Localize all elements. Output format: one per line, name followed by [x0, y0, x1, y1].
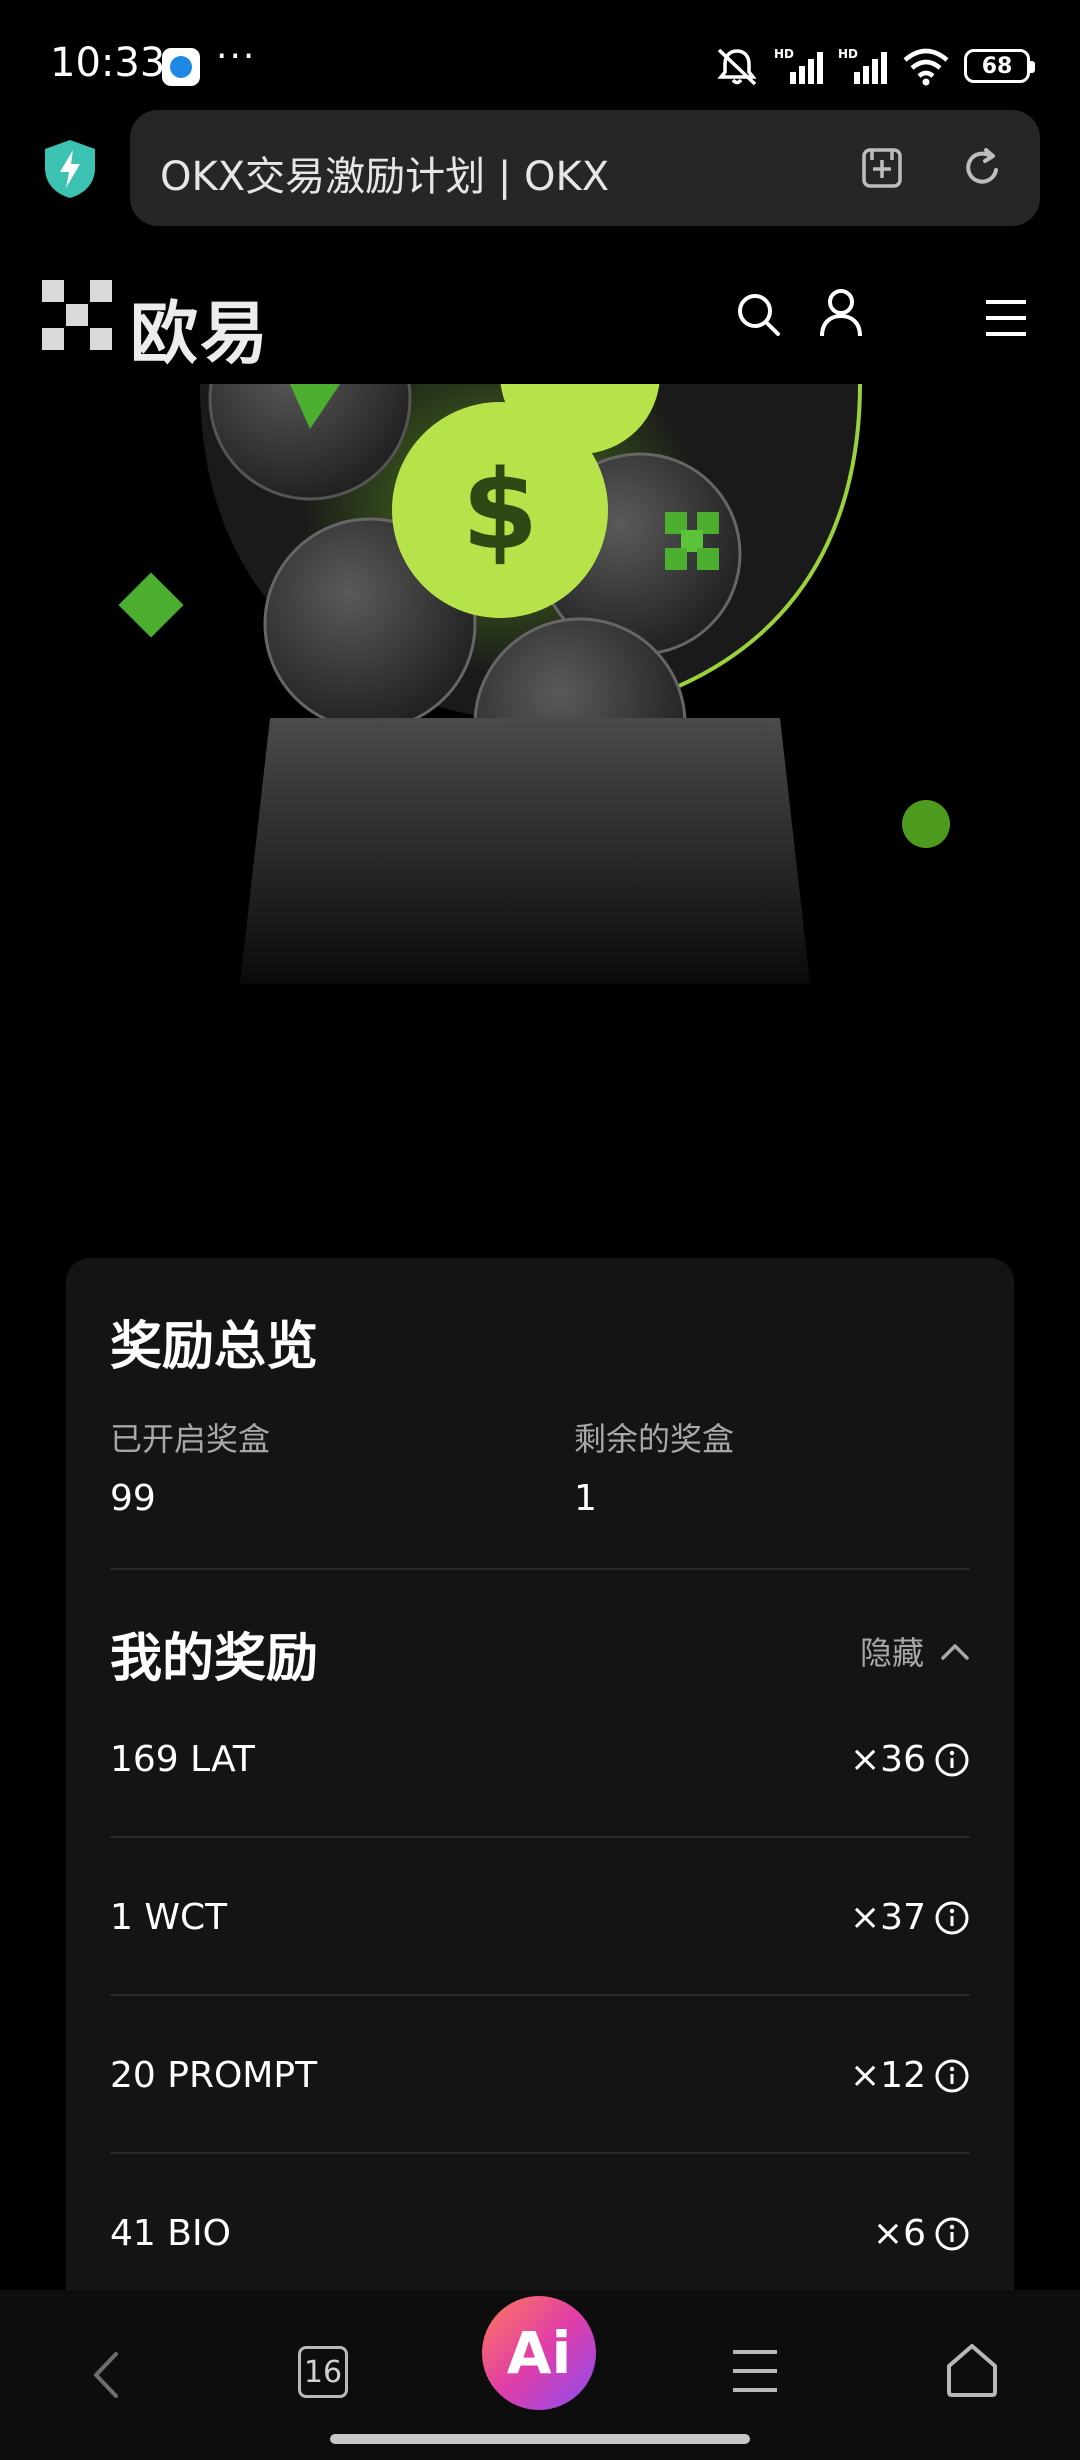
cellular-signal-2-icon: HD — [838, 47, 887, 84]
reward-name: 169 LAT — [110, 1739, 255, 1780]
hero-illustration: $ — [60, 384, 1020, 1004]
divider — [110, 1568, 970, 1570]
opened-boxes-label: 已开启奖盒 — [110, 1420, 271, 1458]
overview-title: 奖励总览 — [110, 1317, 319, 1377]
svg-text:HD: HD — [838, 47, 858, 61]
home-icon[interactable] — [944, 2342, 1000, 2398]
svg-text:HD: HD — [774, 47, 794, 61]
reward-qty: ×37 — [850, 1897, 926, 1938]
shield-bolt-icon[interactable] — [42, 138, 98, 200]
dollar-symbol: $ — [462, 446, 539, 574]
info-icon[interactable] — [934, 2216, 970, 2252]
site-header: 欧易 — [0, 250, 1080, 390]
browser-bottom-nav: 16 Ai — [0, 2290, 1080, 2460]
divider — [110, 1994, 970, 1996]
cellular-signal-icon: HD — [774, 47, 823, 84]
page: 10:33 ··· HD HD 68 OKX交易激励计划 | OKX 欧易 $ … — [0, 0, 1080, 2460]
battery-indicator: 68 — [964, 49, 1035, 83]
wifi-icon — [903, 48, 949, 86]
reward-qty: ×6 — [872, 2213, 926, 2254]
hide-toggle-label: 隐藏 — [859, 1634, 924, 1672]
info-icon[interactable] — [934, 1900, 970, 1936]
user-icon[interactable] — [818, 288, 864, 338]
browser-toolbar: OKX交易激励计划 | OKX — [0, 110, 1080, 230]
reload-icon[interactable] — [960, 146, 1004, 190]
remaining-boxes-label: 剩余的奖盒 — [574, 1420, 735, 1458]
status-time: 10:33 — [50, 40, 166, 86]
more-notifications-icon: ··· — [216, 36, 257, 77]
okx-logo-icon[interactable] — [42, 280, 112, 350]
reward-name: 20 PROMPT — [110, 2055, 318, 2096]
reward-qty: ×12 — [850, 2055, 926, 2096]
mute-icon — [717, 48, 757, 86]
remaining-boxes-value: 1 — [574, 1478, 597, 1519]
reward-row: 20 PROMPT ×12 — [110, 2054, 970, 2212]
logo-text[interactable]: 欧易 — [130, 278, 270, 377]
chevron-up-icon — [941, 1644, 969, 1660]
divider — [110, 1836, 970, 1838]
reward-name: 41 BIO — [110, 2213, 231, 2254]
my-rewards-title: 我的奖励 — [110, 1629, 319, 1689]
page-title-url[interactable]: OKX交易激励计划 | OKX — [160, 144, 609, 202]
bookmark-add-icon[interactable] — [860, 146, 904, 190]
reward-qty: ×36 — [850, 1739, 926, 1780]
home-indicator[interactable] — [330, 2434, 750, 2444]
reward-row: 169 LAT ×36 — [110, 1738, 970, 1896]
ai-assistant-button[interactable]: Ai — [482, 2296, 596, 2410]
hamburger-menu-icon[interactable] — [984, 298, 1028, 338]
hide-toggle[interactable]: 隐藏 — [860, 1628, 970, 1674]
status-bar: 10:33 ··· HD HD 68 — [0, 0, 1080, 110]
search-icon[interactable] — [734, 290, 782, 338]
menu-icon[interactable] — [730, 2348, 780, 2394]
url-bar[interactable]: OKX交易激励计划 | OKX — [130, 110, 1040, 226]
back-arrow-icon[interactable] — [86, 2350, 126, 2400]
reward-row: 1 WCT ×37 — [110, 1896, 970, 2054]
tabs-button[interactable]: 16 — [298, 2346, 348, 2398]
rewards-card: 奖励总览 已开启奖盒 99 剩余的奖盒 1 我的奖励 隐藏 169 LAT ×3… — [66, 1258, 1014, 2460]
divider — [110, 2152, 970, 2154]
status-icons: HD HD 68 — [714, 44, 1035, 88]
browser-app-icon — [162, 48, 200, 86]
info-icon[interactable] — [934, 1742, 970, 1778]
opened-boxes-value: 99 — [110, 1478, 156, 1519]
prize-machine-illustration: $ — [118, 384, 950, 984]
reward-name: 1 WCT — [110, 1897, 228, 1938]
info-icon[interactable] — [934, 2058, 970, 2094]
